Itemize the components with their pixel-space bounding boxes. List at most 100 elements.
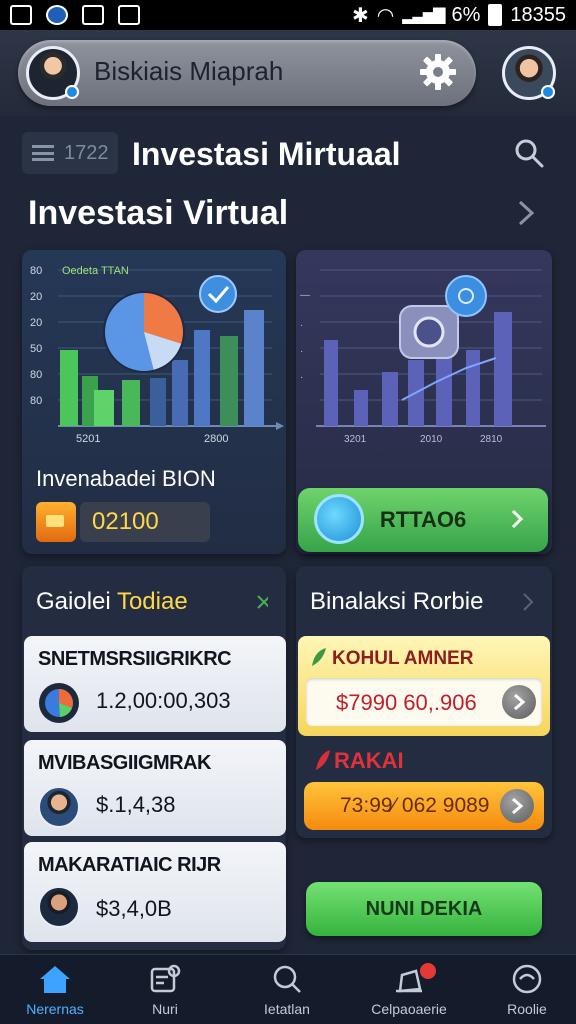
avatar — [38, 786, 80, 828]
rakai-value: 73:99⁄ 062 9089 — [340, 794, 490, 817]
calendar-icon — [82, 5, 104, 25]
list-item-value: $3,4,0B — [96, 896, 172, 921]
chevron-right-icon[interactable] — [516, 198, 536, 228]
nav-label: Roolie — [507, 1001, 547, 1017]
chevron-right-icon — [514, 693, 525, 711]
nav-label: Celpaoaerie — [371, 1001, 447, 1017]
verified-badge-icon — [65, 85, 79, 99]
x-tick-label: 2010 — [420, 434, 443, 445]
search-icon[interactable] — [514, 138, 544, 168]
section-title: Investasi Mirtuaal — [132, 136, 401, 172]
nav-label: Ietatlan — [264, 1001, 310, 1017]
rttao-button-label: RTTAO6 — [379, 507, 467, 532]
secondary-avatar[interactable] — [502, 46, 556, 100]
list-item[interactable]: MAKARATIAIC RIJR $3,4,0B — [24, 842, 286, 942]
menu-button[interactable]: 1722 — [22, 132, 118, 174]
list-item[interactable]: MVIBASGIIGMRAK $.1,4,38 — [24, 740, 286, 836]
rttao-button[interactable]: RTTAO6 — [298, 488, 548, 552]
list-item-value: 1.2,00:00,303 — [96, 688, 231, 713]
bluetooth-icon: ✱ — [352, 4, 369, 27]
verified-badge-icon — [541, 85, 555, 99]
nav-label: Nuri — [152, 1001, 178, 1017]
svg-text:·: · — [300, 346, 303, 357]
nav-label: Nerernas — [26, 1001, 84, 1017]
chart-legend: Oedeta TTAN — [62, 265, 129, 277]
panel-title: Gaiolei Todiae — [36, 588, 188, 616]
rakai-label: RAKAI — [334, 748, 404, 773]
y-tick-label: 20 — [30, 317, 42, 329]
battery-icon — [488, 4, 503, 26]
menu-value: 1722 — [64, 141, 109, 164]
panel-title-accent: Todiae — [116, 588, 188, 615]
page-title: Investasi Virtual — [28, 194, 289, 232]
investment-value-row: 02100 — [36, 502, 246, 542]
hamburger-icon — [32, 145, 54, 161]
rakai-go-button[interactable] — [500, 789, 534, 823]
battery-percent: 6% — [451, 3, 481, 26]
avatar — [38, 886, 80, 928]
balance-card[interactable]: KOHUL AMNER $7990 60,.906 — [298, 636, 550, 736]
balance-go-button[interactable] — [502, 685, 536, 719]
svg-text:—: — — [300, 290, 310, 301]
bottom-nav: Nerernas Nuri Ietatlan Celpaoaerie Rooli… — [0, 954, 576, 1024]
y-tick-label: 50 — [30, 343, 42, 355]
bar-chart-left: 80 20 20 50 80 80 Oedeta TTAN 5201 2800 — [30, 265, 284, 445]
list-item[interactable]: SNETMSRSIIGRIKRC 1.2,00:00,303 — [24, 636, 286, 732]
refresh-icon — [314, 494, 364, 544]
notification-badge — [420, 963, 436, 979]
y-tick-label: 80 — [30, 369, 42, 381]
investment-value: 02100 — [80, 502, 210, 542]
balance-value: $7990 60,.906 — [336, 690, 477, 715]
app-header: Biskiais Miaprah — [0, 30, 576, 116]
gallery-icon — [10, 5, 32, 25]
nuni-dekia-button[interactable]: NUNI DEKIA — [306, 882, 542, 936]
pie-chart-icon — [39, 683, 79, 723]
nav-notifications[interactable]: Celpaoaerie — [354, 963, 464, 1017]
svg-text:·: · — [300, 372, 303, 383]
list-item-label: MVIBASGIIGMRAK — [38, 752, 212, 774]
wifi-icon: ◠ — [376, 4, 395, 27]
list-item-value: $.1,4,38 — [96, 792, 176, 817]
search-icon — [273, 965, 301, 993]
nav-home[interactable]: Nerernas — [0, 963, 110, 1017]
svg-text:·: · — [300, 320, 303, 331]
camera-icon — [399, 305, 459, 359]
balance-field[interactable]: $7990 60,.906 — [306, 678, 542, 726]
nav-cards[interactable]: Nuri — [110, 963, 220, 1017]
leaf-icon — [312, 648, 326, 666]
status-bar: ✱ ◠ ▂▃▅▇ 6% 18355 — [0, 0, 576, 30]
avatar[interactable] — [26, 46, 80, 100]
screenshot-icon — [118, 5, 140, 25]
investment-card-label: Invenabadei BION — [36, 466, 216, 491]
check-badge-icon — [199, 275, 237, 313]
chevron-right-icon — [511, 509, 524, 529]
profile-pill[interactable]: Biskiais Miaprah — [18, 40, 476, 106]
chevron-right-icon[interactable] — [522, 592, 534, 612]
list-item-label: SNETMSRSIIGRIKRC — [38, 648, 232, 670]
gear-icon[interactable] — [418, 52, 458, 92]
x-tick-label: 2800 — [204, 433, 228, 445]
cards-icon — [150, 964, 181, 993]
x-tick-label: 2810 — [480, 434, 503, 445]
chevron-right-icon — [512, 797, 523, 815]
nav-profile[interactable]: Roolie — [472, 963, 576, 1017]
profile-name: Biskiais Miaprah — [94, 56, 284, 86]
section-bar: 1722 Investasi Mirtuaal — [22, 130, 554, 178]
chevron-right-icon[interactable] — [256, 594, 268, 614]
balance-label: KOHUL AMNER — [332, 648, 474, 669]
clock: 18355 — [510, 3, 566, 26]
bar-chart-right: — · · · 3201 2010 2810 — [300, 269, 546, 445]
leaf-icon — [316, 750, 330, 770]
panel-title: Binalaksi Rorbie — [310, 588, 484, 615]
x-tick-label: 5201 — [76, 433, 100, 445]
profile-icon — [512, 964, 542, 994]
x-tick-label: 3201 — [344, 434, 367, 445]
panel-title-text: Gaiolei — [36, 588, 117, 615]
rakai-field[interactable]: 73:99⁄ 062 9089 — [304, 782, 544, 830]
coins-icon — [36, 502, 76, 542]
y-tick-label: 20 — [30, 291, 42, 303]
chat-bubble-icon — [445, 275, 487, 317]
y-tick-label: 80 — [30, 395, 42, 407]
signal-icon: ▂▃▅▇ — [402, 7, 445, 24]
nav-search[interactable]: Ietatlan — [232, 963, 342, 1017]
